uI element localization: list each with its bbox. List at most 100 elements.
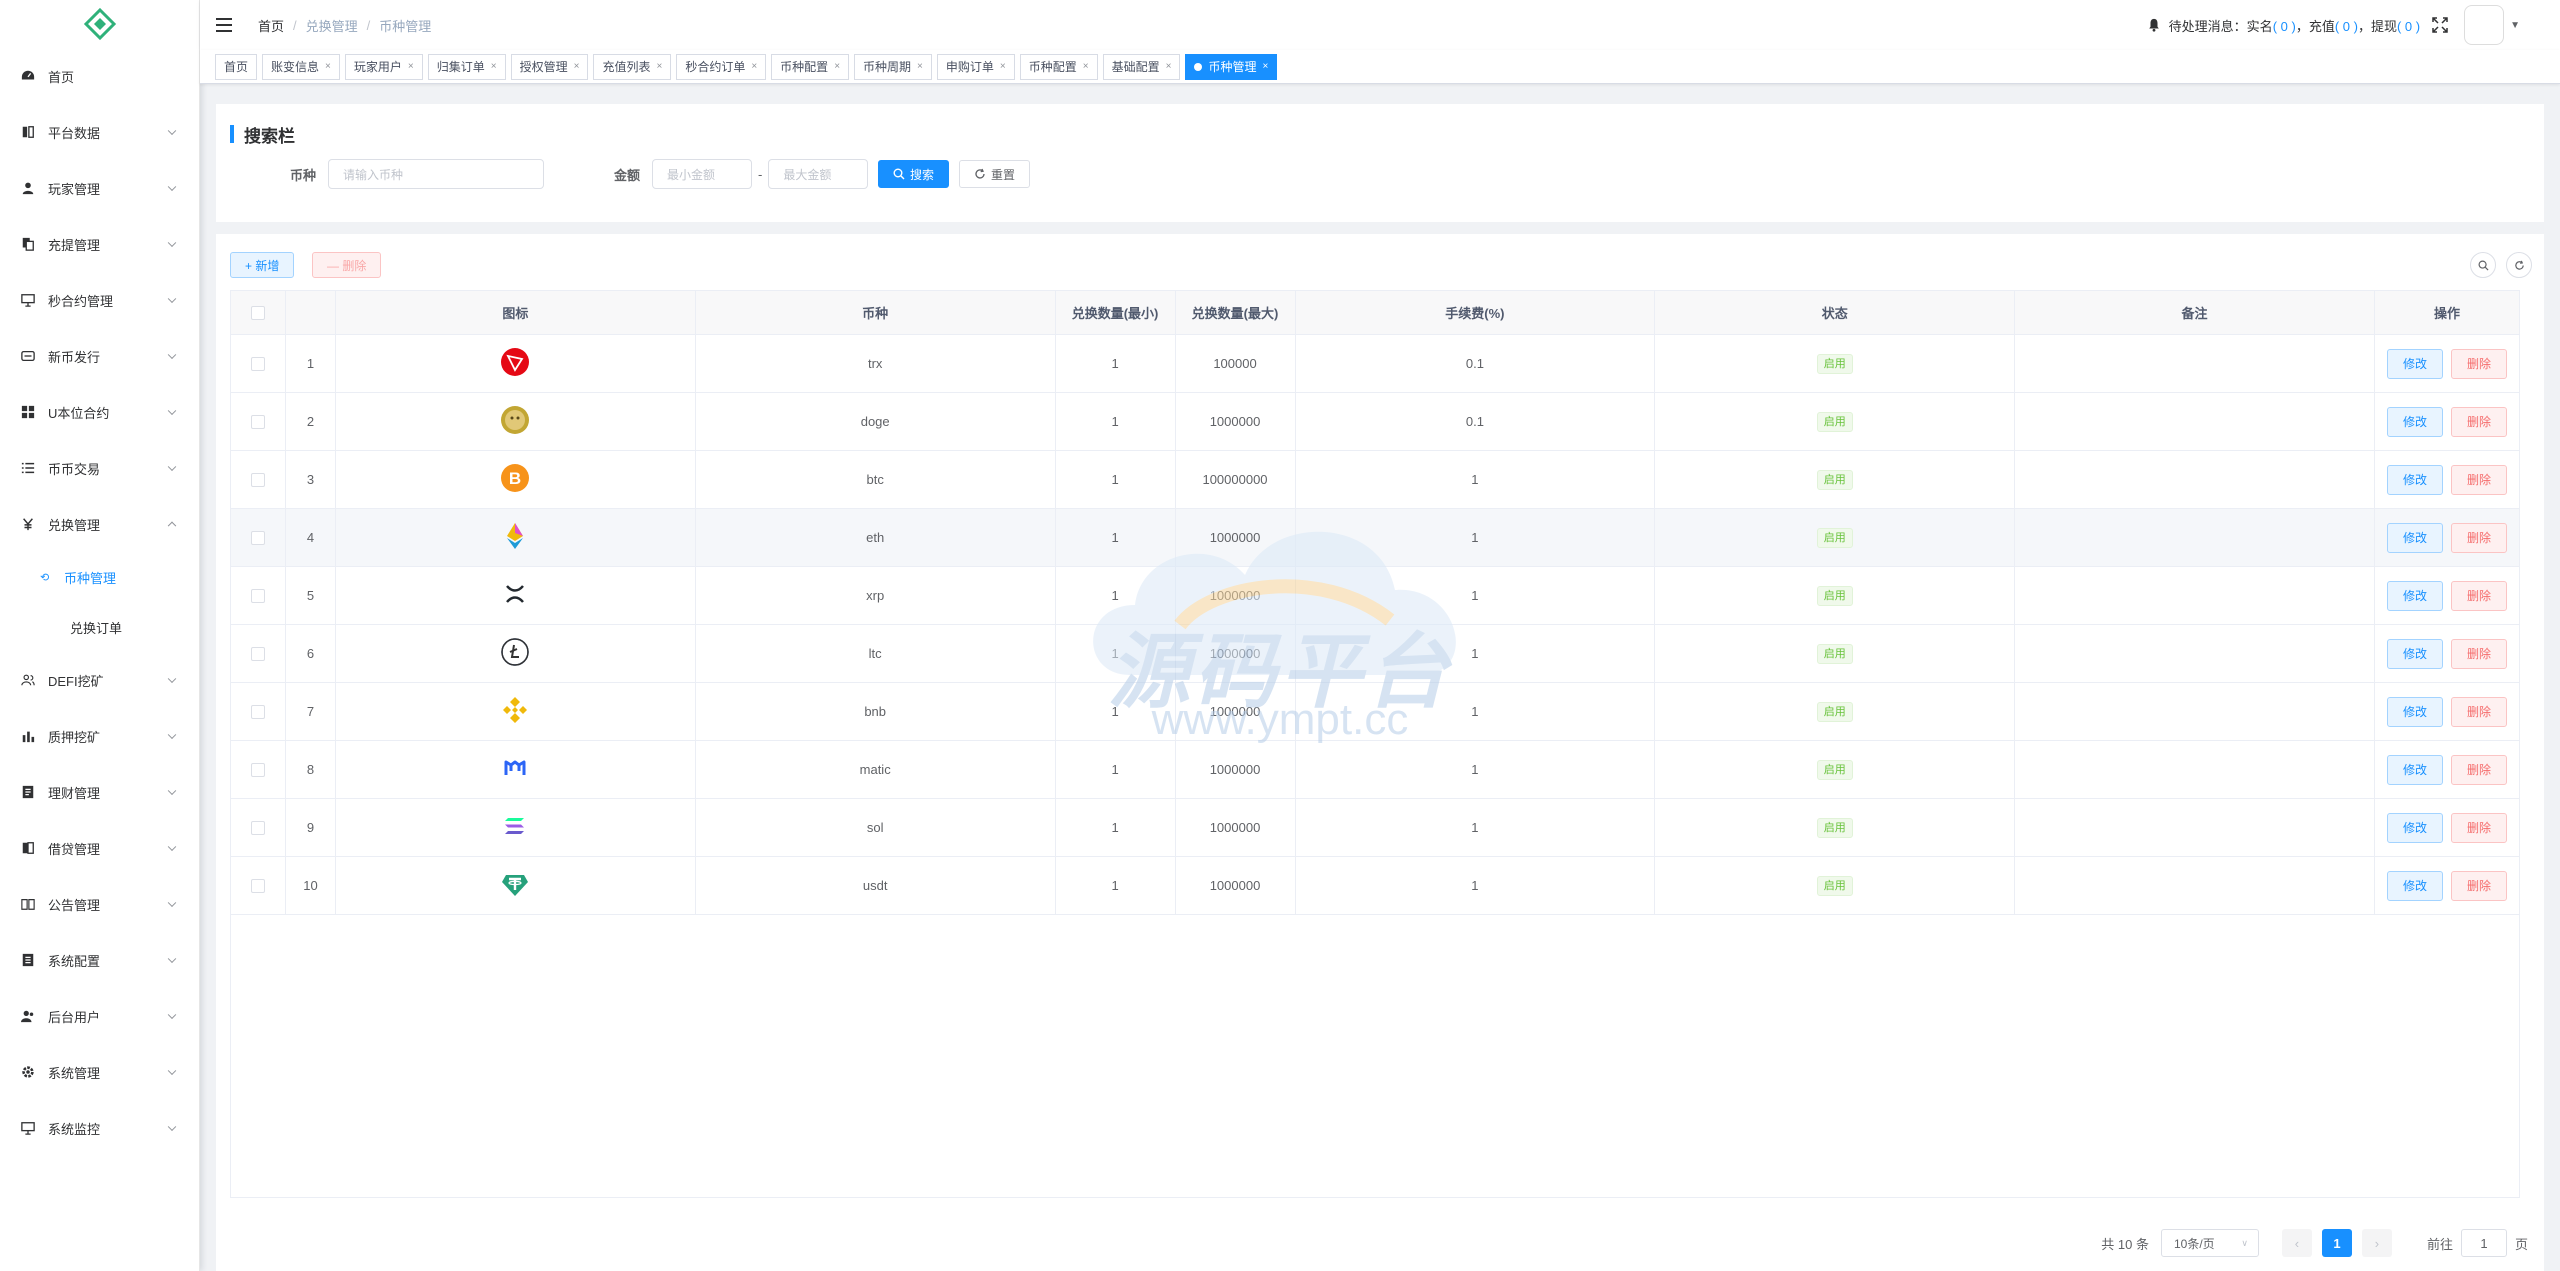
sidebar-item-3[interactable]: 充提管理	[0, 216, 199, 272]
row-select-cell[interactable]	[230, 334, 286, 393]
toggle-search-button[interactable]	[2470, 252, 2496, 278]
edit-button[interactable]: 修改	[2386, 696, 2443, 727]
delete-button[interactable]: 删除	[2450, 464, 2507, 495]
tag-8[interactable]: 币种周期 ×	[854, 53, 932, 80]
sidebar-item-16[interactable]: 系统管理	[0, 1044, 199, 1100]
sidebar-item-1[interactable]: 平台数据	[0, 104, 199, 160]
sidebar-item-2[interactable]: 玩家管理	[0, 160, 199, 216]
tag-9[interactable]: 申购订单 ×	[936, 53, 1015, 80]
bell-icon[interactable]	[2147, 18, 2161, 32]
batch-delete-button[interactable]: — 删除	[312, 252, 382, 278]
select-all-checkbox[interactable]	[250, 306, 265, 321]
tag-7[interactable]: 币种配置 ×	[771, 53, 850, 80]
submenu-item-1[interactable]: 兑换订单	[0, 602, 199, 652]
row-checkbox[interactable]	[250, 821, 265, 836]
tag-12[interactable]: 币种管理 ×	[1185, 53, 1278, 80]
table-row[interactable]: 7 bnb 1 1000000 1 启用 修改 删除	[230, 682, 2521, 741]
edit-button[interactable]: 修改	[2386, 638, 2443, 669]
close-icon[interactable]: ×	[917, 55, 923, 79]
sidebar-item-12[interactable]: 借贷管理	[0, 820, 199, 876]
tag-5[interactable]: 充值列表 ×	[593, 53, 672, 80]
row-select-cell[interactable]	[230, 450, 286, 509]
delete-button[interactable]: 删除	[2450, 638, 2507, 669]
delete-button[interactable]: 删除	[2450, 696, 2507, 727]
edit-button[interactable]: 修改	[2386, 464, 2443, 495]
table-row[interactable]: 5 xrp 1 1000000 1 启用 修改 删除	[230, 566, 2521, 625]
row-select-cell[interactable]	[230, 798, 286, 857]
table-row[interactable]: 4 eth 1 1000000 1 启用 修改 删除	[230, 508, 2521, 567]
close-icon[interactable]: ×	[574, 55, 580, 79]
row-select-cell[interactable]	[230, 856, 286, 915]
close-icon[interactable]: ×	[1000, 55, 1006, 79]
logo[interactable]	[0, 0, 199, 48]
delete-button[interactable]: 删除	[2450, 754, 2507, 785]
close-icon[interactable]: ×	[834, 55, 840, 79]
sidebar-item-8[interactable]: 兑换管理	[0, 496, 199, 552]
close-icon[interactable]: ×	[1262, 55, 1268, 79]
row-select-cell[interactable]	[230, 508, 286, 567]
row-checkbox[interactable]	[250, 647, 265, 662]
delete-button[interactable]: 删除	[2450, 580, 2507, 611]
table-row[interactable]: 1 trx 1 100000 0.1 启用 修改 删除	[230, 334, 2521, 393]
breadcrumb-home[interactable]: 首页	[258, 16, 284, 35]
page-number-1[interactable]: 1	[2321, 1229, 2352, 1257]
sidebar-item-11[interactable]: 理财管理	[0, 764, 199, 820]
table-row[interactable]: 3 Bbtc 1 100000000 1 启用 修改 删除	[230, 450, 2521, 509]
hamburger-icon[interactable]	[216, 18, 232, 32]
delete-button[interactable]: 删除	[2450, 348, 2507, 379]
close-icon[interactable]: ×	[1083, 55, 1089, 79]
table-row[interactable]: 6 ltc 1 1000000 1 启用 修改 删除	[230, 624, 2521, 683]
row-select-cell[interactable]	[230, 392, 286, 451]
search-button[interactable]: 搜索	[878, 160, 950, 188]
select-all-header[interactable]	[230, 290, 286, 335]
tag-3[interactable]: 归集订单 ×	[427, 53, 506, 80]
reset-button[interactable]: 重置	[959, 160, 1031, 188]
edit-button[interactable]: 修改	[2386, 870, 2443, 901]
delete-button[interactable]: 删除	[2450, 406, 2507, 437]
close-icon[interactable]: ×	[656, 55, 662, 79]
row-select-cell[interactable]	[230, 682, 286, 741]
row-select-cell[interactable]	[230, 566, 286, 625]
min-amount-input[interactable]: 最小金额	[652, 159, 753, 189]
row-checkbox[interactable]	[250, 705, 265, 720]
add-button[interactable]: + 新增	[230, 252, 295, 278]
sidebar-item-7[interactable]: 币币交易	[0, 440, 199, 496]
tag-1[interactable]: 账变信息 ×	[262, 53, 340, 80]
table-row[interactable]: 8 matic 1 1000000 1 启用 修改 删除	[230, 740, 2521, 799]
edit-button[interactable]: 修改	[2386, 406, 2443, 437]
row-checkbox[interactable]	[250, 531, 265, 546]
row-checkbox[interactable]	[250, 589, 265, 604]
refresh-button[interactable]	[2506, 252, 2532, 278]
table-row[interactable]: 2 doge 1 1000000 0.1 启用 修改 删除	[230, 392, 2521, 451]
caret-down-icon[interactable]: ▼	[2510, 20, 2520, 31]
pending-messages[interactable]: 待处理消息：实名( 0 )，充值( 0 )，提现( 0 )	[2169, 16, 2420, 35]
submenu-item-0[interactable]: ⟲ 币种管理	[0, 552, 199, 602]
close-icon[interactable]: ×	[491, 55, 497, 79]
delete-button[interactable]: 删除	[2450, 812, 2507, 843]
row-checkbox[interactable]	[250, 415, 265, 430]
avatar[interactable]	[2464, 5, 2505, 45]
edit-button[interactable]: 修改	[2386, 754, 2443, 785]
sidebar-item-0[interactable]: 首页	[0, 48, 199, 104]
tag-0[interactable]: 首页	[215, 53, 258, 80]
tag-2[interactable]: 玩家用户 ×	[344, 53, 423, 80]
sidebar-item-14[interactable]: 系统配置	[0, 932, 199, 988]
sidebar-item-13[interactable]: 公告管理	[0, 876, 199, 932]
sidebar-item-15[interactable]: 后台用户	[0, 988, 199, 1044]
table-row[interactable]: 10 usdt 1 1000000 1 启用 修改 删除	[230, 856, 2521, 915]
sidebar-item-6[interactable]: U本位合约	[0, 384, 199, 440]
tag-6[interactable]: 秒合约订单 ×	[676, 53, 767, 80]
row-select-cell[interactable]	[230, 740, 286, 799]
sidebar-item-17[interactable]: 系统监控	[0, 1100, 199, 1156]
prev-page-button[interactable]: ‹	[2281, 1229, 2312, 1257]
close-icon[interactable]: ×	[408, 55, 414, 79]
row-checkbox[interactable]	[250, 763, 265, 778]
sidebar-item-10[interactable]: 质押挖矿	[0, 708, 199, 764]
tag-11[interactable]: 基础配置 ×	[1102, 53, 1181, 80]
table-row[interactable]: 9 sol 1 1000000 1 启用 修改 删除	[230, 798, 2521, 857]
row-select-cell[interactable]	[230, 624, 286, 683]
next-page-button[interactable]: ›	[2361, 1229, 2392, 1257]
tag-10[interactable]: 币种配置 ×	[1019, 53, 1098, 80]
sidebar-item-5[interactable]: 新币发行	[0, 328, 199, 384]
max-amount-input[interactable]: 最大金额	[768, 159, 869, 189]
